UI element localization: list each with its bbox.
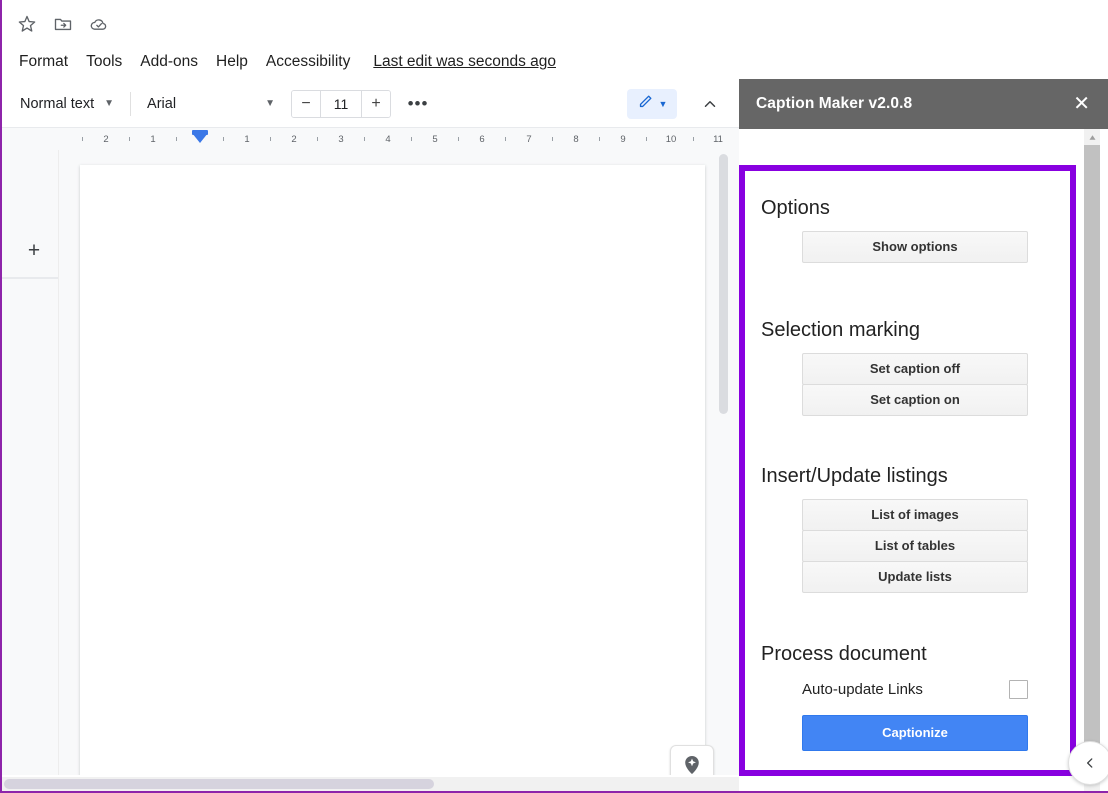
chevron-down-icon: ▼ — [658, 99, 668, 109]
auto-update-links-checkbox[interactable] — [1009, 680, 1028, 699]
update-lists-button[interactable]: Update lists — [802, 561, 1028, 593]
scrollbar-thumb[interactable] — [719, 154, 728, 414]
list-of-images-button[interactable]: List of images — [802, 499, 1028, 531]
ruler-label-9: 9 — [620, 134, 626, 145]
font-size-input[interactable]: 11 — [320, 90, 363, 117]
font-family-value: Arial — [147, 95, 177, 112]
font-family-select[interactable]: Arial ▼ — [137, 89, 281, 119]
section-heading-selection-marking: Selection marking — [761, 319, 920, 341]
document-horizontal-scrollbar[interactable] — [2, 777, 739, 791]
ruler-label-left-2: 2 — [103, 134, 109, 145]
ruler-label-11: 11 — [713, 134, 723, 145]
left-indent-marker[interactable] — [192, 133, 208, 143]
hide-menus-button[interactable] — [695, 89, 725, 119]
auto-update-links-row: Auto-update Links — [802, 680, 1028, 699]
hscrollbar-thumb[interactable] — [4, 779, 434, 789]
addon-title-bar: Caption Maker v2.0.8 ✕ — [739, 79, 1108, 129]
app-window: Format Tools Add-ons Help Accessibility … — [0, 0, 1108, 793]
ruler-label-3: 3 — [338, 134, 344, 145]
addon-focus-highlight: Options Show options Selection marking S… — [739, 165, 1076, 776]
ruler-ticks: 2 1 1 2 3 4 5 6 7 8 9 10 11 — [2, 128, 739, 150]
collapse-sidebar-button[interactable] — [1068, 741, 1108, 785]
ruler-label-6: 6 — [479, 134, 485, 145]
toolbar-divider — [130, 91, 132, 116]
doc-menu-bar: Format Tools Add-ons Help Accessibility … — [2, 46, 739, 78]
addon-sidebar: Caption Maker v2.0.8 ✕ Options Show opti… — [739, 0, 1108, 791]
addon-content: Options Show options Selection marking S… — [751, 177, 1064, 764]
doc-toolbar: Normal text ▼ Arial ▼ − 11 + ••• ▼ — [2, 80, 739, 128]
show-options-button[interactable]: Show options — [802, 231, 1028, 263]
last-edit-status[interactable]: Last edit was seconds ago — [373, 53, 556, 71]
section-heading-insert-update-listings: Insert/Update listings — [761, 465, 948, 487]
font-size-increase-button[interactable]: + — [362, 90, 391, 117]
document-ruler[interactable]: 2 1 1 2 3 4 5 6 7 8 9 10 11 — [2, 128, 739, 151]
ruler-label-1: 1 — [244, 134, 250, 145]
addon-title: Caption Maker v2.0.8 — [756, 95, 913, 112]
menu-format[interactable]: Format — [10, 50, 77, 74]
captionize-button[interactable]: Captionize — [802, 715, 1028, 751]
sidebar-scrollbar-thumb[interactable] — [1084, 145, 1100, 765]
paragraph-style-value: Normal text — [20, 95, 95, 112]
font-size-decrease-button[interactable]: − — [292, 90, 321, 117]
chevron-down-icon: ▼ — [104, 97, 115, 109]
menu-tools[interactable]: Tools — [77, 50, 131, 74]
chevron-down-icon: ▼ — [265, 97, 276, 109]
font-size-stepper: − 11 + — [291, 89, 392, 118]
list-of-tables-button[interactable]: List of tables — [802, 530, 1028, 562]
add-outline-button[interactable]: + — [21, 237, 47, 263]
star-icon[interactable] — [12, 9, 42, 39]
outline-rail: + — [2, 150, 59, 775]
ruler-label-8: 8 — [573, 134, 579, 145]
menu-add-ons[interactable]: Add-ons — [131, 50, 207, 74]
ruler-label-4: 4 — [385, 134, 391, 145]
rail-divider — [2, 277, 58, 279]
set-caption-off-button[interactable]: Set caption off — [802, 353, 1028, 385]
move-to-folder-icon[interactable] — [48, 9, 78, 39]
section-heading-options: Options — [761, 197, 830, 219]
editing-mode-button[interactable]: ▼ — [627, 89, 677, 119]
cloud-saved-icon[interactable] — [84, 9, 114, 39]
doc-quick-actions-bar — [2, 0, 739, 48]
pencil-icon — [637, 93, 654, 115]
set-caption-on-button[interactable]: Set caption on — [802, 384, 1028, 416]
explore-button[interactable] — [670, 745, 714, 775]
ruler-label-2: 2 — [291, 134, 297, 145]
auto-update-links-label: Auto-update Links — [802, 681, 923, 698]
ruler-label-7: 7 — [526, 134, 532, 145]
ruler-label-5: 5 — [432, 134, 438, 145]
menu-help[interactable]: Help — [207, 50, 257, 74]
document-canvas: + — [2, 150, 739, 775]
paragraph-style-select[interactable]: Normal text ▼ — [10, 89, 120, 119]
ruler-label-left-1: 1 — [150, 134, 156, 145]
google-docs-app: Format Tools Add-ons Help Accessibility … — [2, 0, 739, 791]
document-page[interactable] — [80, 165, 705, 775]
close-icon[interactable]: ✕ — [1069, 92, 1094, 116]
ruler-label-10: 10 — [665, 134, 677, 145]
addon-body: Options Show options Selection marking S… — [739, 129, 1108, 791]
scroll-up-icon[interactable] — [1084, 129, 1100, 145]
menu-accessibility[interactable]: Accessibility — [257, 50, 359, 74]
document-vertical-scrollbar[interactable] — [719, 154, 728, 771]
toolbar-more-button[interactable]: ••• — [403, 89, 433, 119]
section-heading-process-document: Process document — [761, 643, 927, 665]
sidebar-scrollbar[interactable] — [1084, 129, 1100, 791]
explore-sparkle-icon — [681, 754, 703, 776]
